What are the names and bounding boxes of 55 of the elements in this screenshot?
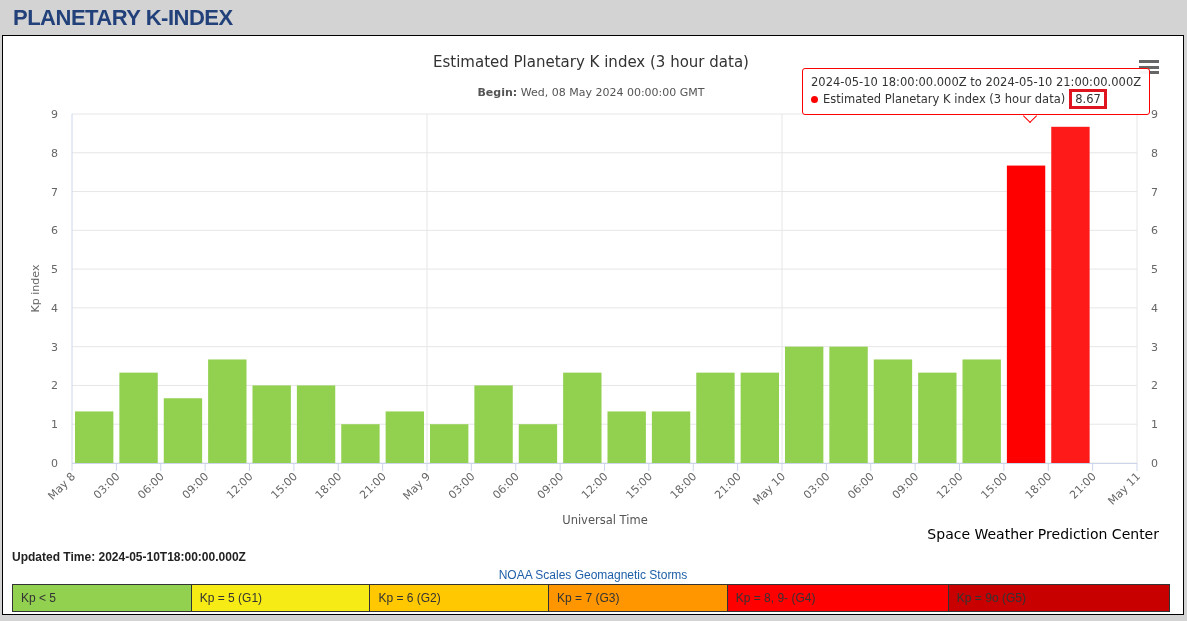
axis-tick-label: 8: [51, 146, 58, 160]
bar[interactable]: [208, 359, 247, 463]
axis-title: Kp index: [29, 264, 42, 313]
axis-tick-label: 8: [1151, 146, 1158, 160]
axis-tick-label: 7: [51, 185, 58, 199]
axis-tick-label: 6: [51, 224, 58, 238]
scale-cell: Kp = 8, 9- (G4): [726, 585, 948, 611]
axis-tick-label: 3: [51, 340, 58, 354]
bar[interactable]: [518, 424, 558, 463]
bar[interactable]: [785, 346, 824, 463]
tooltip-heading: 2024-05-10 18:00:00.000Z to 2024-05-10 21:00:00.000Z: [811, 75, 1142, 89]
bar[interactable]: [252, 385, 291, 463]
chart-title: Estimated Planetary K index (3 hour data): [433, 53, 749, 71]
scale-cell: Kp = 9o (G5): [947, 585, 1169, 611]
chart-subtitle: Begin: Wed, 08 May 2024 00:00:00 GMT: [477, 86, 705, 99]
axis-tick-label: 3: [1151, 340, 1158, 354]
axis-tick-label: 9: [51, 108, 58, 121]
axis-tick-label: 2: [1151, 379, 1158, 393]
bar[interactable]: [163, 398, 203, 463]
axis-tick-label: 4: [1151, 301, 1158, 315]
axis-tick-label: 1: [51, 418, 58, 432]
scale-cell: Kp < 5: [13, 585, 191, 611]
axis-tick-label: 0: [1151, 457, 1158, 470]
bar[interactable]: [918, 372, 957, 463]
bar[interactable]: [962, 359, 1001, 463]
bar[interactable]: [430, 424, 469, 463]
page-title: PLANETARY K-INDEX: [13, 4, 233, 31]
bar[interactable]: [740, 372, 779, 463]
bar[interactable]: [563, 372, 602, 463]
updated-time: Updated Time: 2024-05-10T18:00:00.000Z: [11, 549, 247, 564]
bar[interactable]: [651, 411, 691, 463]
scale-cell: Kp = 7 (G3): [548, 585, 727, 611]
axis-tick-label: 4: [51, 301, 58, 315]
axis-tick-label: 5: [51, 263, 58, 277]
axis-tick-label: 6: [1151, 224, 1158, 238]
axis-title: Universal Time: [562, 513, 648, 527]
bar[interactable]: [385, 411, 424, 463]
credit-text: Space Weather Prediction Center: [927, 526, 1159, 542]
axis-tick-label: 9: [1151, 108, 1158, 121]
axis-tick-label: 1: [1151, 418, 1158, 432]
axis-tick-label: 5: [1151, 263, 1158, 277]
axis-tick-label: 2: [51, 379, 58, 393]
bar[interactable]: [75, 411, 114, 463]
scale-cell: Kp = 5 (G1): [190, 585, 370, 611]
bar[interactable]: [296, 385, 336, 463]
scale-cell: Kp = 6 (G2): [369, 585, 549, 611]
bar[interactable]: [1051, 126, 1090, 463]
bar[interactable]: [1006, 165, 1046, 463]
axis-tick-label: 0: [51, 457, 58, 470]
tooltip-series-name: Estimated Planetary K index (3 hour data): [823, 92, 1066, 106]
axis-tick-label: 7: [1151, 185, 1158, 199]
scales-link[interactable]: NOAA Scales Geomagnetic Storms: [498, 568, 688, 582]
bar[interactable]: [873, 359, 913, 463]
tooltip-value: 8.67: [1069, 89, 1107, 109]
bar[interactable]: [607, 411, 646, 463]
